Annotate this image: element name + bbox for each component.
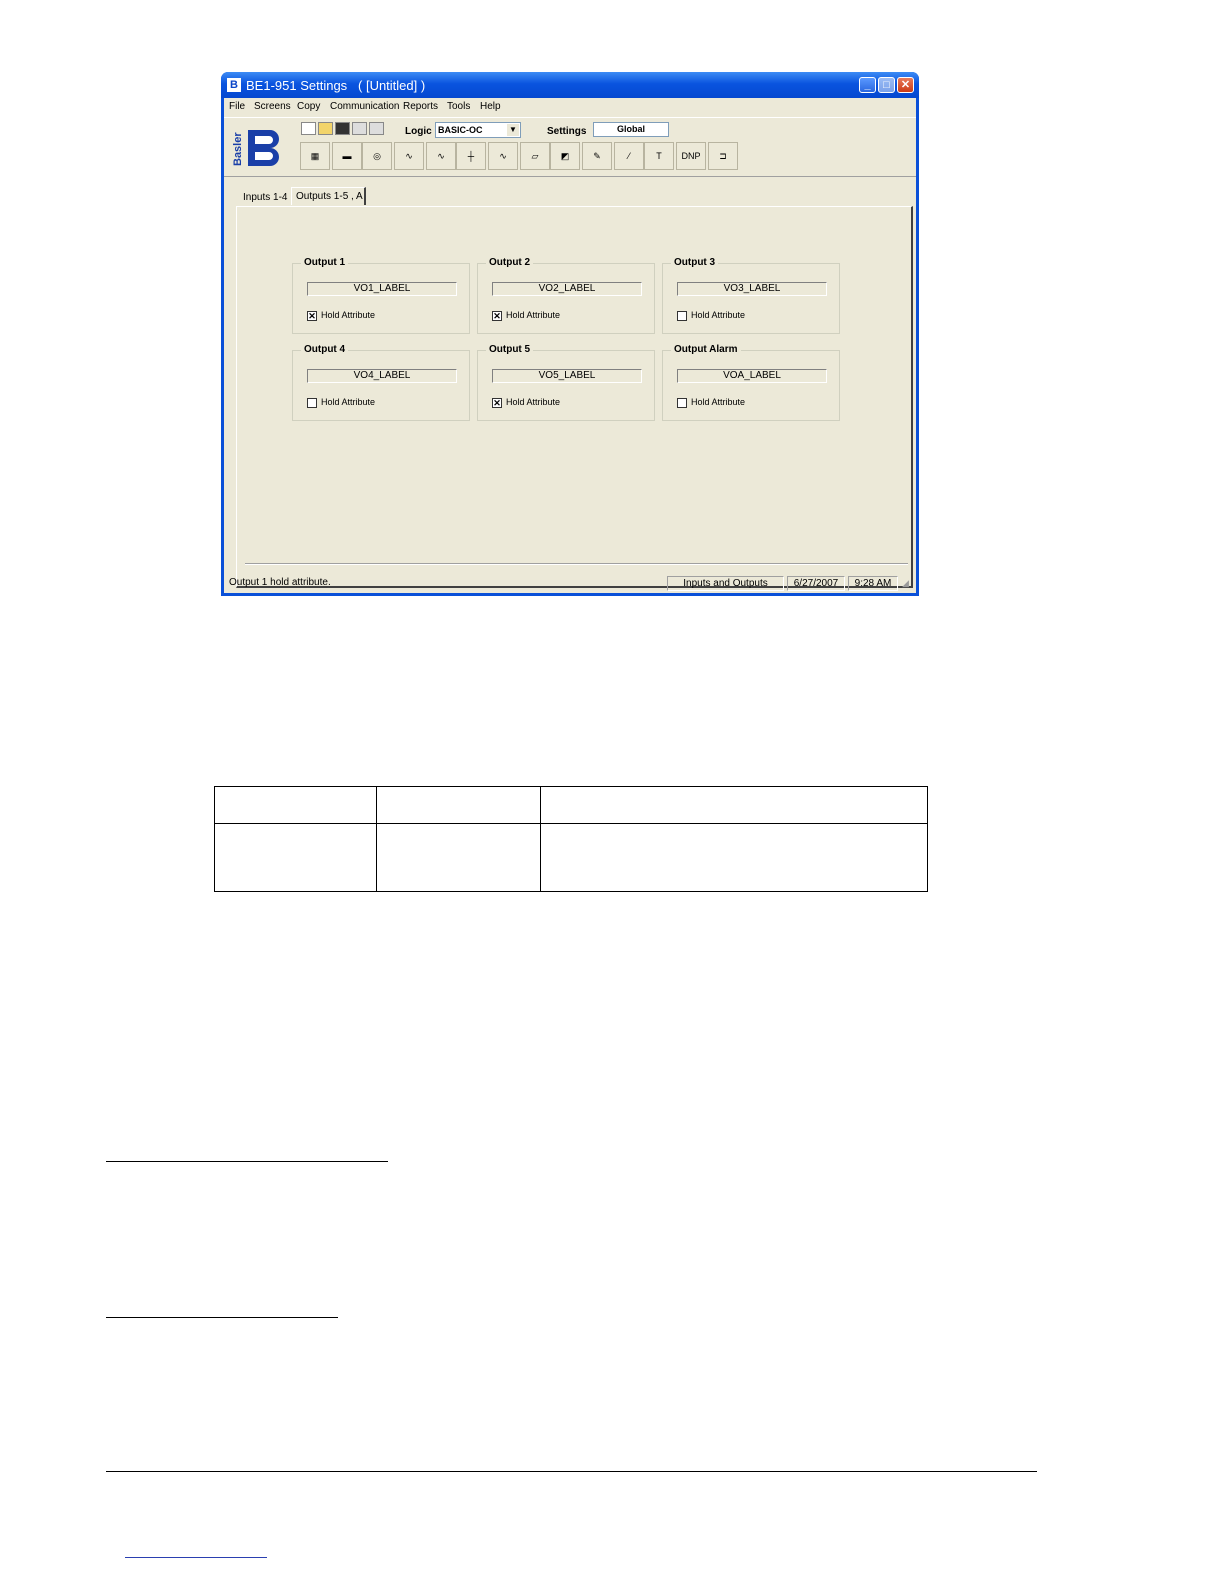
output-alarm-group: Output Alarm VOA_LABEL Hold Attribute bbox=[662, 344, 840, 421]
menu-tools[interactable]: Tools bbox=[447, 101, 470, 112]
menu-copy[interactable]: Copy bbox=[297, 101, 320, 112]
table-cell bbox=[376, 823, 541, 892]
menu-reports[interactable]: Reports bbox=[403, 101, 438, 112]
logic-select[interactable]: BASIC-OC ▼ bbox=[435, 122, 521, 138]
menu-bar: File Screens Copy Communication Reports … bbox=[224, 98, 916, 116]
title-bar[interactable]: B BE1-951 Settings ( [Untitled] ) _ □ ✕ bbox=[221, 72, 919, 98]
menu-communication[interactable]: Communication bbox=[330, 101, 399, 112]
open-folder-icon[interactable] bbox=[318, 122, 333, 135]
logic-gate-icon[interactable]: ⊐ bbox=[708, 142, 738, 170]
phasor-icon[interactable]: ┼ bbox=[456, 142, 486, 170]
status-bar: Output 1 hold attribute. Inputs and Outp… bbox=[224, 574, 916, 593]
grid-icon[interactable]: ▦ bbox=[300, 142, 330, 170]
maximize-button[interactable]: □ bbox=[878, 77, 895, 93]
logic-value: BASIC-OC bbox=[438, 125, 483, 135]
output-1-hold-label[interactable]: Hold Attribute bbox=[321, 310, 375, 320]
t1-t2-icon[interactable]: ◩ bbox=[550, 142, 580, 170]
outputs-panel: Output 1 VO1_LABEL ✕ Hold Attribute Outp… bbox=[236, 206, 913, 588]
output-2-hold-label[interactable]: Hold Attribute bbox=[506, 310, 560, 320]
output-4-title: Output 4 bbox=[301, 344, 349, 355]
footer-link-underline[interactable] bbox=[125, 1557, 267, 1558]
panel-divider bbox=[245, 563, 908, 565]
rule-line bbox=[106, 1317, 338, 1318]
rule-line bbox=[106, 1161, 388, 1162]
output-3-hold-label[interactable]: Hold Attribute bbox=[691, 310, 745, 320]
output-2-group: Output 2 VO2_LABEL ✕ Hold Attribute bbox=[477, 257, 655, 334]
output-3-label-field[interactable]: VO3_LABEL bbox=[677, 282, 827, 296]
output-2-title: Output 2 bbox=[486, 257, 534, 268]
menu-help[interactable]: Help bbox=[480, 101, 501, 112]
current-wave-icon[interactable]: ∿ bbox=[394, 142, 424, 170]
settings-table bbox=[214, 786, 928, 892]
table-cell bbox=[540, 823, 928, 892]
output-5-label-field[interactable]: VO5_LABEL bbox=[492, 369, 642, 383]
svg-text:Basler: Basler bbox=[232, 132, 244, 166]
new-file-icon[interactable] bbox=[301, 122, 316, 135]
output-3-group: Output 3 VO3_LABEL Hold Attribute bbox=[662, 257, 840, 334]
status-message: Output 1 hold attribute. bbox=[229, 577, 331, 588]
output-5-title: Output 5 bbox=[486, 344, 534, 355]
output-alarm-title: Output Alarm bbox=[671, 344, 741, 355]
resize-grip-icon[interactable]: ◢ bbox=[902, 578, 914, 590]
output-1-hold-checkbox[interactable]: ✕ bbox=[307, 311, 317, 321]
output-3-title: Output 3 bbox=[671, 257, 719, 268]
toolbar: Basler Logic BASIC-OC ▼ Settings Global … bbox=[224, 117, 916, 177]
output-4-hold-label[interactable]: Hold Attribute bbox=[321, 397, 375, 407]
output-4-hold-checkbox[interactable] bbox=[307, 398, 317, 408]
output-4-label-field[interactable]: VO4_LABEL bbox=[307, 369, 457, 383]
settings-label: Settings bbox=[547, 126, 587, 137]
timer-icon[interactable]: ▱ bbox=[520, 142, 550, 170]
properties-icon[interactable] bbox=[369, 122, 384, 135]
logic-label: Logic bbox=[405, 126, 432, 137]
close-button[interactable]: ✕ bbox=[897, 77, 914, 93]
output-4-group: Output 4 VO4_LABEL Hold Attribute bbox=[292, 344, 470, 421]
relay-icon[interactable]: ▬ bbox=[332, 142, 362, 170]
output-1-label-field[interactable]: VO1_LABEL bbox=[307, 282, 457, 296]
table-cell bbox=[540, 786, 928, 824]
output-alarm-hold-checkbox[interactable] bbox=[677, 398, 687, 408]
output-5-hold-label[interactable]: Hold Attribute bbox=[506, 397, 560, 407]
waveform-icon[interactable]: ∿ bbox=[488, 142, 518, 170]
output-3-hold-checkbox[interactable] bbox=[677, 311, 687, 321]
output-1-title: Output 1 bbox=[301, 257, 349, 268]
app-icon[interactable]: B bbox=[227, 78, 241, 92]
menu-file[interactable]: File bbox=[229, 101, 245, 112]
menu-screens[interactable]: Screens bbox=[254, 101, 291, 112]
voltage-wave-icon[interactable]: ∿ bbox=[426, 142, 456, 170]
transformer-icon[interactable]: T bbox=[644, 142, 674, 170]
settings-value[interactable]: Global bbox=[593, 122, 669, 137]
basler-logo: Basler bbox=[232, 130, 279, 166]
status-screen: Inputs and Outputs bbox=[667, 576, 784, 591]
footer-rule bbox=[106, 1471, 1037, 1472]
output-1-group: Output 1 VO1_LABEL ✕ Hold Attribute bbox=[292, 257, 470, 334]
status-time: 9:28 AM bbox=[848, 576, 898, 591]
output-5-hold-checkbox[interactable]: ✕ bbox=[492, 398, 502, 408]
table-cell bbox=[214, 786, 377, 824]
output-alarm-label-field[interactable]: VOA_LABEL bbox=[677, 369, 827, 383]
minimize-button[interactable]: _ bbox=[859, 77, 876, 93]
status-date: 6/27/2007 bbox=[787, 576, 845, 591]
io-dial-icon[interactable]: ◎ bbox=[362, 142, 392, 170]
output-5-group: Output 5 VO5_LABEL ✕ Hold Attribute bbox=[477, 344, 655, 421]
client-area: File Screens Copy Communication Reports … bbox=[224, 98, 916, 593]
output-2-label-field[interactable]: VO2_LABEL bbox=[492, 282, 642, 296]
save-icon[interactable] bbox=[335, 122, 350, 135]
window-title: BE1-951 Settings ( [Untitled] ) bbox=[246, 78, 426, 93]
output-2-hold-checkbox[interactable]: ✕ bbox=[492, 311, 502, 321]
output-alarm-hold-label[interactable]: Hold Attribute bbox=[691, 397, 745, 407]
tab-inputs[interactable]: Inputs 1-4 bbox=[239, 190, 291, 205]
breaker-icon[interactable]: ✎ bbox=[582, 142, 612, 170]
switch-icon[interactable]: ⁄ bbox=[614, 142, 644, 170]
app-window: B BE1-951 Settings ( [Untitled] ) _ □ ✕ … bbox=[221, 72, 919, 596]
tab-outputs[interactable]: Outputs 1-5 , A bbox=[291, 187, 366, 205]
table-cell bbox=[376, 786, 541, 824]
print-icon[interactable] bbox=[352, 122, 367, 135]
chevron-down-icon[interactable]: ▼ bbox=[507, 124, 519, 136]
table-cell bbox=[214, 823, 377, 892]
dnp-button[interactable]: DNP bbox=[676, 142, 706, 170]
